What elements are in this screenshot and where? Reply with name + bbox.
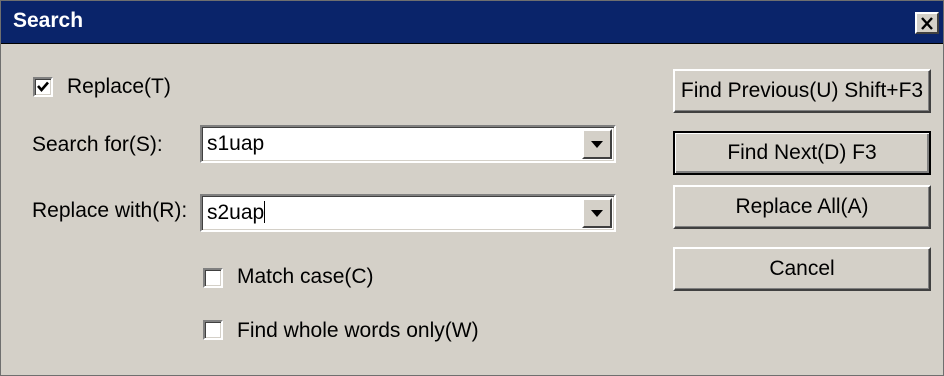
replace-with-input[interactable]: s2uap <box>207 201 264 224</box>
find-next-button[interactable]: Find Next(D) F3 <box>673 131 931 175</box>
replace-with-input-wrap[interactable]: s2uap <box>207 201 266 225</box>
search-for-input[interactable]: s1uap <box>207 132 264 156</box>
dropdown-arrow-icon <box>591 209 603 217</box>
replace-with-combobox[interactable]: s2uap <box>200 194 616 232</box>
match-case-label[interactable]: Match case(C) <box>237 265 374 289</box>
whole-words-checkbox[interactable] <box>203 320 223 340</box>
close-button[interactable] <box>915 12 939 34</box>
checkmark-icon <box>37 81 49 92</box>
close-icon <box>921 16 933 30</box>
title-bar[interactable]: Search <box>1 1 943 44</box>
search-for-label: Search for(S): <box>32 133 163 156</box>
find-previous-button[interactable]: Find Previous(U) Shift+F3 <box>673 69 931 113</box>
cancel-button[interactable]: Cancel <box>673 247 931 291</box>
dialog-title: Search <box>13 9 84 32</box>
replace-with-label: Replace with(R): <box>32 199 188 222</box>
search-dialog: Search Replace(T) Search for(S): s1uap R… <box>0 0 944 376</box>
match-case-checkbox[interactable] <box>203 268 223 288</box>
replace-checkbox-label[interactable]: Replace(T) <box>67 75 171 99</box>
text-caret <box>264 201 266 223</box>
dropdown-arrow-icon <box>591 140 603 148</box>
whole-words-label[interactable]: Find whole words only(W) <box>237 319 479 343</box>
search-for-dropdown-button[interactable] <box>582 129 612 159</box>
search-for-combobox[interactable]: s1uap <box>200 125 616 163</box>
replace-all-button[interactable]: Replace All(A) <box>673 185 931 229</box>
replace-with-dropdown-button[interactable] <box>582 198 612 228</box>
replace-checkbox[interactable] <box>33 77 53 97</box>
